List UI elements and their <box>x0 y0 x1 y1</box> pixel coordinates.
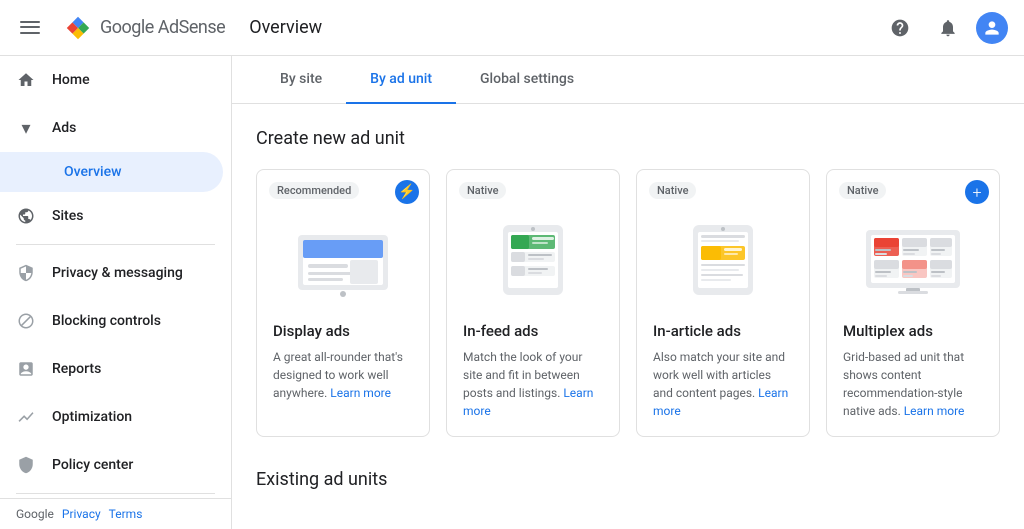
help-button[interactable] <box>880 8 920 48</box>
inarticle-ads-card[interactable]: Native <box>636 169 810 437</box>
multiplex-learn-more-link[interactable]: Learn more <box>904 404 965 418</box>
sidebar-item-overview[interactable]: Overview <box>0 152 223 192</box>
infeed-card-desc: Match the look of your site and fit in b… <box>463 348 603 420</box>
display-learn-more-link[interactable]: Learn more <box>330 386 391 400</box>
empty-state-illustration <box>256 510 1000 529</box>
multiplex-plus-icon: + <box>965 180 989 204</box>
logo-text: Google AdSense <box>100 17 225 38</box>
inarticle-illustration <box>653 210 793 310</box>
nav-divider-2 <box>16 493 215 494</box>
footer-terms-link[interactable]: Terms <box>109 507 143 521</box>
infeed-learn-more-link[interactable]: Learn more <box>463 386 593 418</box>
sites-icon <box>16 206 36 226</box>
infeed-ads-card[interactable]: Native <box>446 169 620 437</box>
hamburger-button[interactable] <box>16 8 56 48</box>
sidebar: Home ▾ Ads Overview Sites <box>0 56 232 529</box>
tab-by-ad-unit[interactable]: By ad unit <box>346 56 456 104</box>
inarticle-learn-more-link[interactable]: Learn more <box>653 386 788 418</box>
sidebar-item-sites[interactable]: Sites <box>0 192 223 240</box>
notification-button[interactable] <box>928 8 968 48</box>
logo: Google AdSense <box>64 14 225 42</box>
sidebar-item-ads[interactable]: ▾ Ads <box>0 104 223 152</box>
expand-down-icon: ▾ <box>16 118 36 138</box>
tab-global-settings[interactable]: Global settings <box>456 56 598 104</box>
display-lightning-icon: ⚡ <box>395 180 419 204</box>
infeed-card-title: In-feed ads <box>463 322 603 340</box>
infeed-illustration <box>463 210 603 310</box>
top-header: Google AdSense Overview <box>0 0 1024 56</box>
sidebar-ads-label: Ads <box>52 120 207 136</box>
main-content: By site By ad unit Global settings Creat… <box>232 56 1024 529</box>
hamburger-icon <box>18 16 42 40</box>
reports-icon <box>16 359 36 379</box>
inarticle-badge: Native <box>649 182 696 199</box>
display-badge: Recommended <box>269 182 359 199</box>
optimization-icon <box>16 407 36 427</box>
footer-brand: Google <box>16 507 54 521</box>
sidebar-item-home[interactable]: Home <box>0 56 223 104</box>
inarticle-card-desc: Also match your site and work well with … <box>653 348 793 420</box>
sidebar-item-reports[interactable]: Reports <box>0 345 223 393</box>
sidebar-footer: Google Privacy Terms <box>0 498 231 529</box>
multiplex-card-title: Multiplex ads <box>843 322 983 340</box>
inarticle-card-title: In-article ads <box>653 322 793 340</box>
ad-cards: Recommended ⚡ <box>256 169 1000 437</box>
display-card-title: Display ads <box>273 322 413 340</box>
footer-privacy-link[interactable]: Privacy <box>62 507 101 521</box>
sidebar-item-policy[interactable]: Policy center <box>0 441 223 489</box>
sidebar-item-blocking[interactable]: Blocking controls <box>0 297 223 345</box>
existing-section: Existing ad units <box>256 469 1000 529</box>
multiplex-card-desc: Grid-based ad unit that shows content re… <box>843 348 983 420</box>
infeed-badge: Native <box>459 182 506 199</box>
display-card-desc: A great all-rounder that's designed to w… <box>273 348 413 402</box>
multiplex-illustration <box>843 210 983 310</box>
tabs-bar: By site By ad unit Global settings <box>232 56 1024 104</box>
sidebar-overview-label: Overview <box>64 164 121 180</box>
content-area: Create new ad unit Recommended ⚡ <box>232 104 1024 529</box>
help-icon <box>890 18 910 38</box>
adsense-logo-icon <box>64 14 92 42</box>
blocking-icon <box>16 311 36 331</box>
display-illustration <box>273 210 413 310</box>
sidebar-item-privacy[interactable]: Privacy & messaging <box>0 249 223 297</box>
privacy-icon <box>16 263 36 283</box>
user-avatar[interactable] <box>976 12 1008 44</box>
home-icon <box>16 70 36 90</box>
tab-by-site[interactable]: By site <box>256 56 346 104</box>
multiplex-ads-card[interactable]: Native + <box>826 169 1000 437</box>
sidebar-optimization-label: Optimization <box>52 409 207 425</box>
display-ads-card[interactable]: Recommended ⚡ <box>256 169 430 437</box>
multiplex-badge: Native <box>839 182 886 199</box>
page-title: Overview <box>225 17 880 38</box>
sidebar-home-label: Home <box>52 72 207 88</box>
nav-divider-1 <box>16 244 215 245</box>
sidebar-privacy-label: Privacy & messaging <box>52 265 207 281</box>
sidebar-reports-label: Reports <box>52 361 207 377</box>
sidebar-blocking-label: Blocking controls <box>52 313 207 329</box>
header-icons <box>880 8 1008 48</box>
sidebar-policy-label: Policy center <box>52 457 207 473</box>
policy-icon <box>16 455 36 475</box>
existing-section-title: Existing ad units <box>256 469 1000 490</box>
create-section-title: Create new ad unit <box>256 128 1000 149</box>
sidebar-item-optimization[interactable]: Optimization <box>0 393 223 441</box>
sidebar-sites-label: Sites <box>52 208 207 224</box>
notification-icon <box>938 18 958 38</box>
